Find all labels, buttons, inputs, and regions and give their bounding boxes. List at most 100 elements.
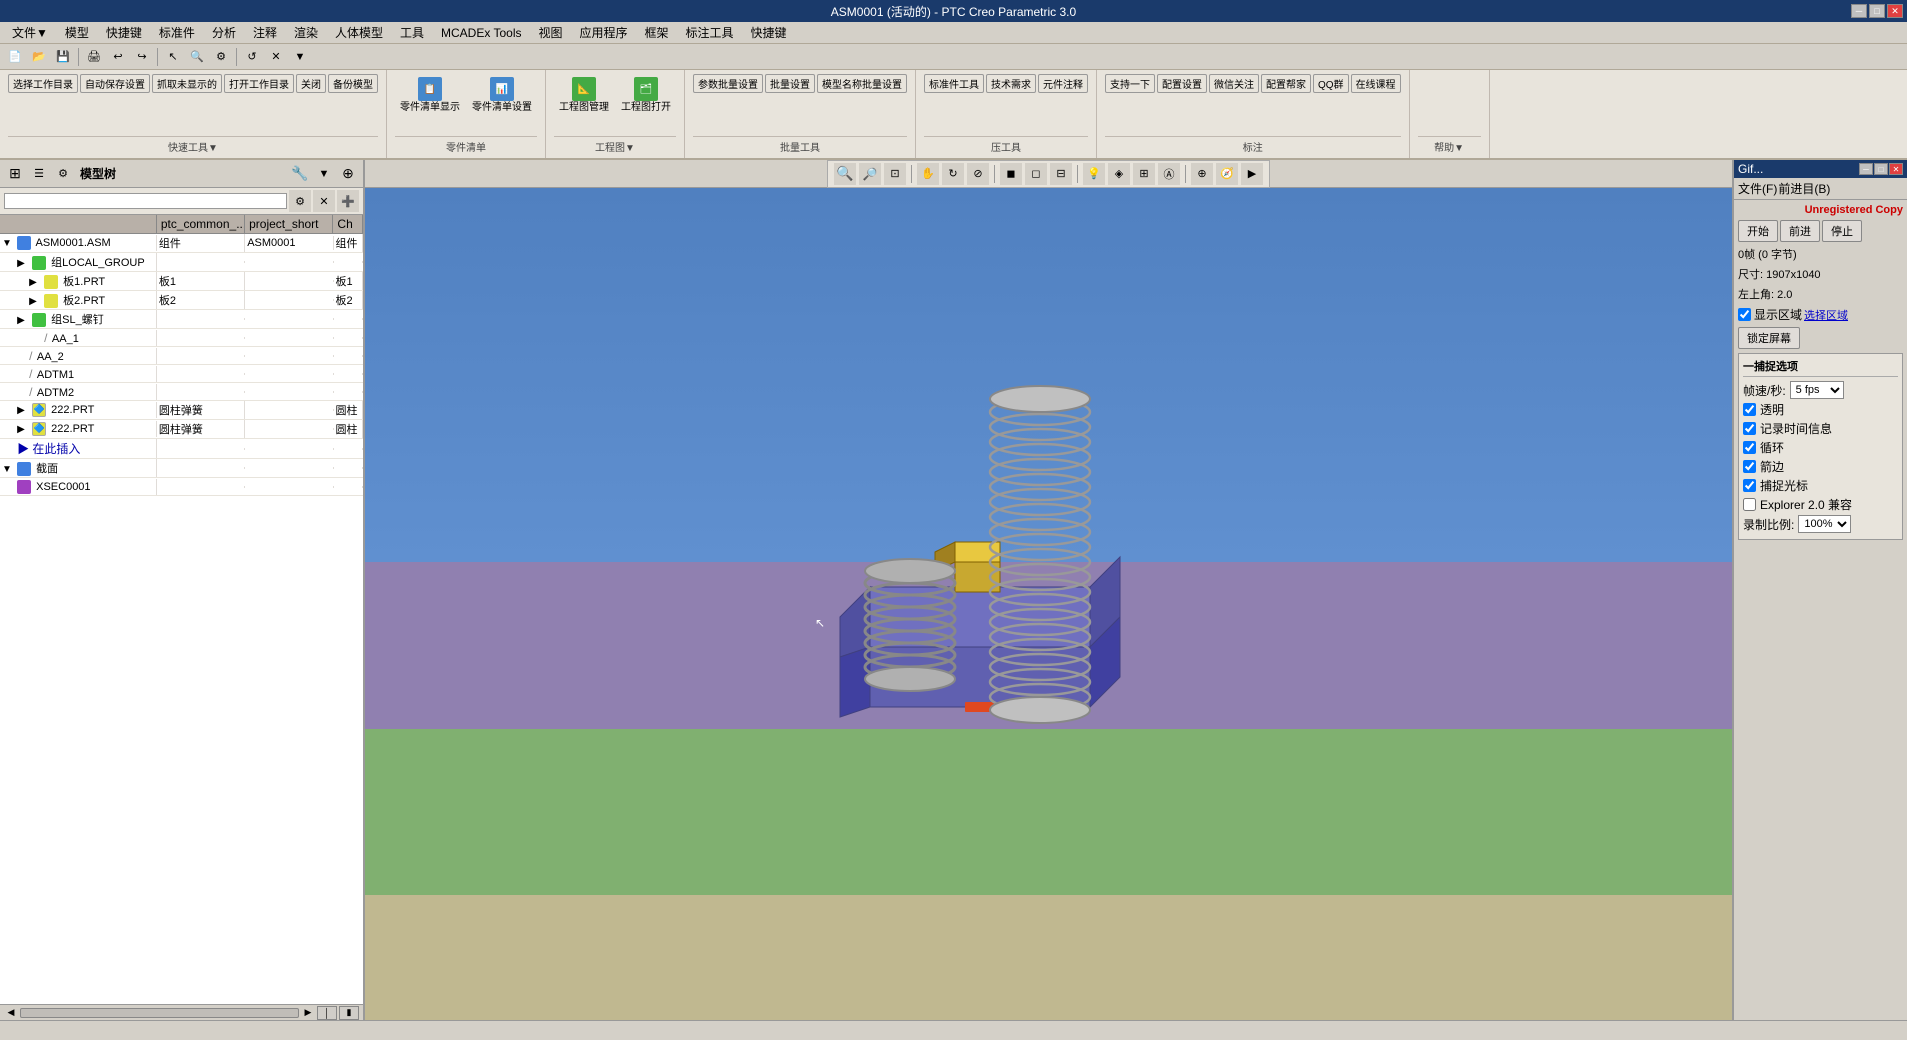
menu-view[interactable]: 视图 <box>530 22 570 43</box>
zoom-button[interactable]: 🔍 <box>186 46 208 68</box>
gif-close-btn[interactable]: ✕ <box>1889 163 1903 175</box>
search-clear-btn[interactable]: ✕ <box>313 190 335 212</box>
btn-support[interactable]: 支持一下 <box>1105 74 1155 93</box>
btn-wechat[interactable]: 微信关注 <box>1209 74 1259 93</box>
tree-row-sl-group[interactable]: ▶ 组SL_螺钉 <box>0 310 363 329</box>
gif-minimize-btn[interactable]: ─ <box>1859 163 1873 175</box>
tools2-button[interactable]: ⚙ <box>210 46 232 68</box>
pan-btn[interactable]: ✋ <box>917 163 939 185</box>
btn-drawing-open[interactable]: 🗂 工程图打开 <box>616 74 676 116</box>
search-input[interactable] <box>4 193 287 209</box>
expand-ban2[interactable]: ▶ <box>29 296 41 307</box>
shading-btn[interactable]: ◼ <box>1000 163 1022 185</box>
zoom-area-btn[interactable]: ⊡ <box>884 163 906 185</box>
tree-row-aa1[interactable]: / AA_1 <box>0 329 363 347</box>
tree-body[interactable]: ▼ ASM0001.ASM 组件 ASM0001 组件 ▶ 组LOCAL_GRO… <box>0 234 363 1004</box>
rotate-btn[interactable]: ↻ <box>942 163 964 185</box>
scroll-right-btn[interactable]: ▶ <box>301 1006 315 1020</box>
stop-btn[interactable]: 停止 <box>1822 220 1862 242</box>
menu-analysis[interactable]: 分析 <box>204 22 244 43</box>
fit-btn[interactable]: ⊕ <box>1191 163 1213 185</box>
menu-render[interactable]: 渲染 <box>286 22 326 43</box>
menu-file[interactable]: 文件▼ <box>4 22 56 43</box>
scroll-left-btn[interactable]: ◀ <box>4 1006 18 1020</box>
horizontal-scrollbar[interactable] <box>20 1008 299 1018</box>
btn-bom-settings[interactable]: 📊 零件清单设置 <box>467 74 537 116</box>
menu-hotkeys[interactable]: 快捷键 <box>743 22 795 43</box>
panel-add-btn[interactable]: ⊕ <box>337 163 359 185</box>
fps-select[interactable]: 5 fps 10 fps 15 fps 30 fps <box>1790 381 1844 399</box>
tree-row-ban2[interactable]: ▶ 板2.PRT 板2 板2 <box>0 291 363 310</box>
regen-button[interactable]: ↺ <box>241 46 263 68</box>
transparent-checkbox[interactable] <box>1743 403 1756 416</box>
menu-model[interactable]: 模型 <box>57 22 97 43</box>
menu-forward-b[interactable]: 前进目(B) <box>1778 180 1830 197</box>
btn-standard-tools[interactable]: 标准件工具 <box>924 74 984 93</box>
tree-row-ban1[interactable]: ▶ 板1.PRT 板1 板1 <box>0 272 363 291</box>
panel-grid-btn[interactable]: ⊞ <box>4 163 26 185</box>
btn-name-batch[interactable]: 模型名称批量设置 <box>817 74 907 93</box>
print-button[interactable]: 🖨 <box>83 46 105 68</box>
expand-asm0001[interactable]: ▼ <box>2 238 14 249</box>
tree-row-insert[interactable]: ▶ 在此插入 <box>0 439 363 459</box>
select-button[interactable]: ↖ <box>162 46 184 68</box>
scale-select[interactable]: 100% 75% 50% <box>1798 515 1851 533</box>
btn-param-batch[interactable]: 参数批量设置 <box>693 74 763 93</box>
panel-settings-btn[interactable]: ⚙ <box>52 163 74 185</box>
scroll-size-btn[interactable]: │ <box>317 1006 337 1020</box>
record-time-checkbox[interactable] <box>1743 422 1756 435</box>
open-button[interactable]: 📂 <box>28 46 50 68</box>
btn-bom-show[interactable]: 📋 零件清单显示 <box>395 74 465 116</box>
explorer-checkbox[interactable] <box>1743 498 1756 511</box>
view-canvas[interactable]: ↖ <box>365 188 1732 1020</box>
btn-open-workdir[interactable]: 打开工作目录 <box>224 74 294 93</box>
tree-scrollbar[interactable]: ◀ ▶ │ ▮ <box>0 1004 363 1020</box>
menu-apps[interactable]: 应用程序 <box>572 22 636 43</box>
loop-checkbox[interactable] <box>1743 441 1756 454</box>
close2-button[interactable]: ✕ <box>265 46 287 68</box>
btn-hidden[interactable]: 抓取未显示的 <box>152 74 222 93</box>
orient-btn[interactable]: 🧭 <box>1216 163 1238 185</box>
menu-markup[interactable]: 标注工具 <box>678 22 742 43</box>
tree-row-xsec[interactable]: XSEC0001 <box>0 478 363 496</box>
gif-maximize-btn[interactable]: □ <box>1874 163 1888 175</box>
undo-button[interactable]: ↩ <box>107 46 129 68</box>
menu-mcadex[interactable]: MCADEx Tools <box>433 24 529 42</box>
perspective-btn[interactable]: ◈ <box>1108 163 1130 185</box>
expand-local-group[interactable]: ▶ <box>17 258 29 269</box>
panel-options-btn[interactable]: ▼ <box>313 163 335 185</box>
panel-list-btn[interactable]: ☰ <box>28 163 50 185</box>
tree-row-222a[interactable]: ▶ 🔷 222.PRT 圆柱弹簧 圆柱 <box>0 401 363 420</box>
hidden-lines-btn[interactable]: ⊟ <box>1050 163 1072 185</box>
menu-human[interactable]: 人体模型 <box>327 22 391 43</box>
forward-btn[interactable]: 前进 <box>1780 220 1820 242</box>
btn-tech-req[interactable]: 技术需求 <box>986 74 1036 93</box>
expand-222a[interactable]: ▶ <box>17 405 29 416</box>
search-settings-btn[interactable]: ⚙ <box>289 190 311 212</box>
datum-btn[interactable]: ⊞ <box>1133 163 1155 185</box>
annotation-btn[interactable]: Ⓐ <box>1158 163 1180 185</box>
start-btn[interactable]: 开始 <box>1738 220 1778 242</box>
expand-222b[interactable]: ▶ <box>17 424 29 435</box>
menu-shortcuts[interactable]: 快捷键 <box>98 22 150 43</box>
btn-backup[interactable]: 备份模型 <box>328 74 378 93</box>
tree-row-asm0001[interactable]: ▼ ASM0001.ASM 组件 ASM0001 组件 <box>0 234 363 253</box>
new-button[interactable]: 📄 <box>4 46 26 68</box>
btn-part-note[interactable]: 元件注释 <box>1038 74 1088 93</box>
tree-row-adtm1[interactable]: / ADTM1 <box>0 365 363 383</box>
close-button[interactable]: ✕ <box>1887 4 1903 18</box>
btn-batch-settings[interactable]: 批量设置 <box>765 74 815 93</box>
tree-row-section[interactable]: ▼ 截面 <box>0 459 363 478</box>
capture-screen-btn[interactable]: 锁定屏幕 <box>1738 327 1800 349</box>
btn-autosave[interactable]: 自动保存设置 <box>80 74 150 93</box>
wireframe-btn[interactable]: ◻ <box>1025 163 1047 185</box>
section-btn[interactable]: ⊘ <box>967 163 989 185</box>
smooth-cursor-checkbox[interactable] <box>1743 479 1756 492</box>
menu-file-f[interactable]: 文件(F) <box>1738 180 1777 197</box>
show-region-checkbox[interactable] <box>1738 308 1751 321</box>
tree-row-adtm2[interactable]: / ADTM2 <box>0 383 363 401</box>
minimize-button[interactable]: ─ <box>1851 4 1867 18</box>
btn-config[interactable]: 配置设置 <box>1157 74 1207 93</box>
btn-select-workdir[interactable]: 选择工作目录 <box>8 74 78 93</box>
btn-drawing-mgmt[interactable]: 📐 工程图管理 <box>554 74 614 116</box>
